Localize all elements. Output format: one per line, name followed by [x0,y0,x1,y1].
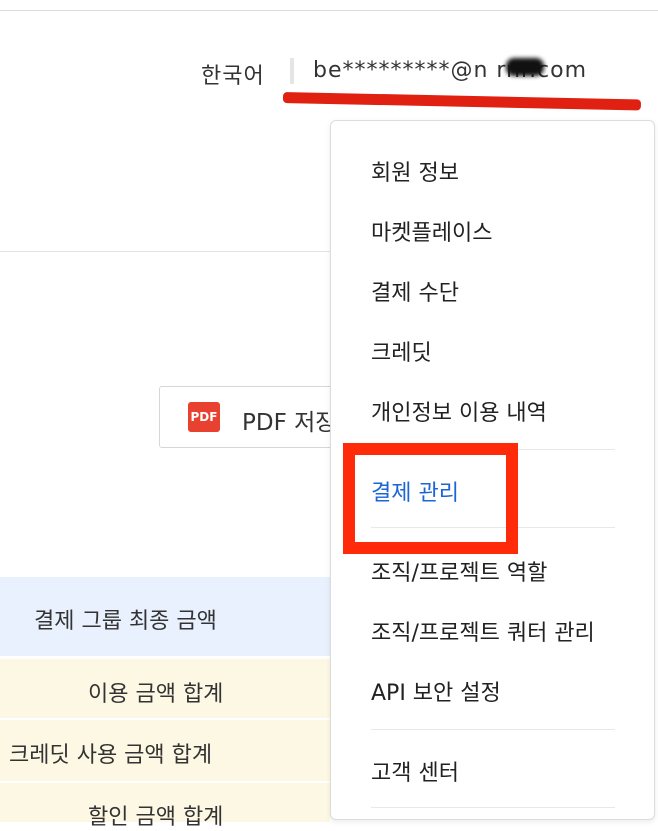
table-row-usage-total: 이용 금액 합계 [0,659,330,719]
table-row-group-total: 결제 그룹 최종 금액 [0,577,330,657]
menu-item-payment-method[interactable]: 결제 수단 [371,275,459,307]
menu-item-credit[interactable]: 크레딧 [371,335,432,367]
language-selector[interactable]: 한국어 [201,58,265,90]
table-row-credit-total: 크레딧 사용 금액 합계 [0,720,330,782]
redaction-underline [282,92,642,111]
row-label: 크레딧 사용 금액 합계 [9,743,213,768]
header-divider [0,251,330,252]
row-label: 결제 그룹 최종 금액 [34,609,217,634]
menu-item-customer-center[interactable]: 고객 센터 [371,755,459,787]
pdf-save-label: PDF 저장 [242,410,337,436]
annotation-highlight-box [343,443,518,554]
account-email-menu[interactable]: be*********@n rnr.com [313,58,587,83]
menu-item-api-security[interactable]: API 보안 설정 [371,675,501,707]
row-label: 할인 금액 합계 [88,805,224,830]
table-row-discount-total: 할인 금액 합계 [0,783,330,830]
menu-item-member-info[interactable]: 회원 정보 [371,155,459,187]
menu-item-marketplace[interactable]: 마켓플레이스 [371,215,492,247]
menu-divider [371,729,615,730]
pdf-icon: PDF [188,402,220,432]
menu-item-org-project-roles[interactable]: 조직/프로젝트 역할 [371,555,547,587]
top-divider [0,10,658,11]
menu-item-privacy-history[interactable]: 개인정보 이용 내역 [371,395,547,427]
header-separator [290,58,294,84]
redaction-blot [506,58,544,76]
menu-divider [371,807,615,808]
menu-item-org-project-quota[interactable]: 조직/프로젝트 쿼터 관리 [371,615,595,647]
row-label: 이용 금액 합계 [88,682,224,707]
